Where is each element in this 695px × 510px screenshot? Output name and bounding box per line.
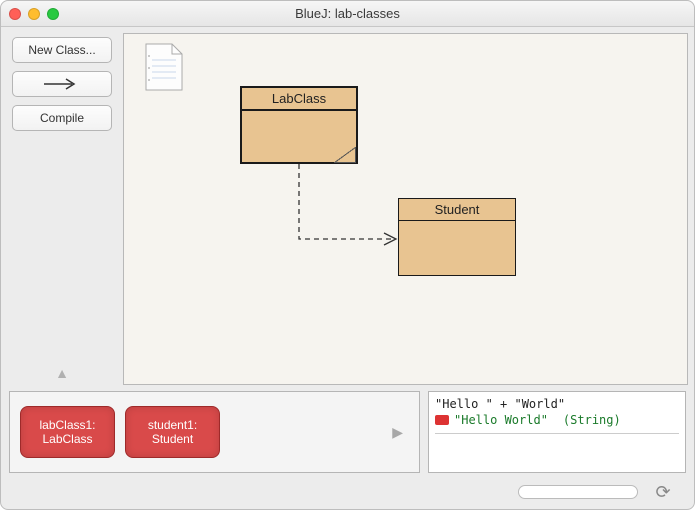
new-dependency-button[interactable]	[12, 71, 112, 97]
class-name-label: LabClass	[242, 88, 356, 111]
expand-bench-icon[interactable]: ▶	[392, 424, 403, 441]
object-name: student1:	[148, 418, 197, 432]
arrow-icon	[42, 77, 82, 91]
titlebar: BlueJ: lab-classes	[1, 1, 694, 27]
reset-vm-icon[interactable]: ⟳	[648, 481, 678, 503]
status-bar: ⟳	[1, 479, 694, 509]
collapse-sidebar-icon[interactable]: ▲	[55, 365, 69, 381]
class-name-label: Student	[399, 199, 515, 221]
object-instance-student1[interactable]: student1: Student	[125, 406, 220, 458]
bottom-panels: labClass1: LabClass student1: Student ▶ …	[1, 391, 694, 479]
object-type: Student	[152, 432, 193, 446]
codepad-result-type: (String)	[563, 413, 621, 427]
window-title: BlueJ: lab-classes	[1, 6, 694, 21]
codepad-expression: "Hello " + "World"	[435, 397, 679, 411]
object-type: LabClass	[42, 432, 92, 446]
class-diagram-canvas[interactable]: LabClass Student	[123, 33, 688, 385]
object-name: labClass1:	[39, 418, 95, 432]
codepad-input-area[interactable]	[435, 433, 679, 467]
readme-icon[interactable]	[142, 42, 184, 92]
class-box-labclass[interactable]: LabClass	[240, 86, 358, 164]
main-area: New Class... Compile ▲ LabClass	[1, 27, 694, 391]
progress-bar	[518, 485, 638, 499]
sidebar: New Class... Compile ▲	[7, 33, 117, 385]
compile-button[interactable]: Compile	[12, 105, 112, 131]
codepad-result-value: "Hello World"	[454, 413, 548, 427]
app-window: BlueJ: lab-classes New Class... Compile …	[0, 0, 695, 510]
object-result-icon[interactable]	[435, 415, 449, 425]
code-pad[interactable]: "Hello " + "World" "Hello World" (String…	[428, 391, 686, 473]
class-box-student[interactable]: Student	[398, 198, 516, 276]
codepad-result-row: "Hello World" (String)	[435, 413, 679, 427]
new-class-button[interactable]: New Class...	[12, 37, 112, 63]
object-bench[interactable]: labClass1: LabClass student1: Student ▶	[9, 391, 420, 473]
object-instance-labclass1[interactable]: labClass1: LabClass	[20, 406, 115, 458]
